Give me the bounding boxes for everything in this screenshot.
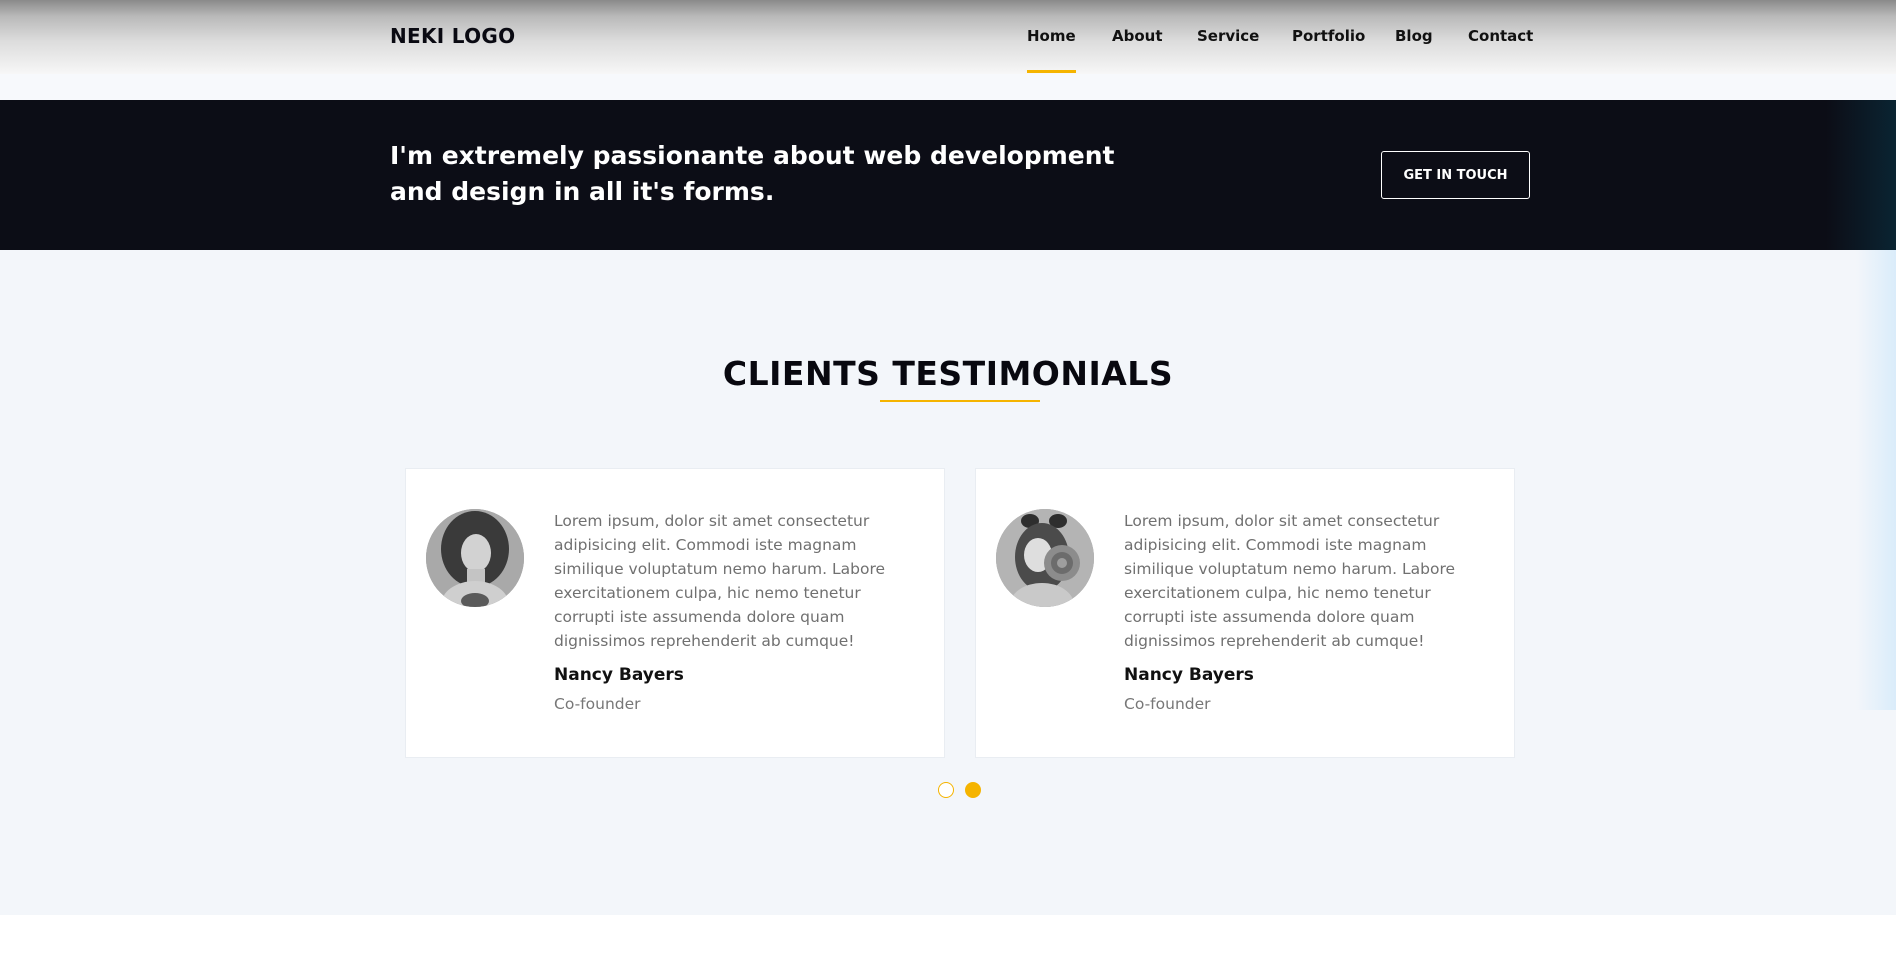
get-in-touch-button[interactable]: GET IN TOUCH [1381,151,1530,199]
testimonial-name: Nancy Bayers [1124,665,1254,685]
banner-headline: I'm extremely passionante about web deve… [390,141,1115,206]
cta-banner: I'm extremely passionante about web deve… [0,100,1896,250]
carousel-dot-1[interactable] [938,782,954,798]
main-nav: Home About Service Portfolio Blog Contac… [0,27,1896,75]
testimonial-card: Lorem ipsum, dolor sit amet consectetur … [405,468,945,758]
testimonials-section: CLIENTS TESTIMONIALS Lorem ipsum, dolor … [0,250,1896,915]
site-header: NEKI LOGO Home About Service Portfolio B… [0,0,1896,74]
testimonial-role: Co-founder [1124,695,1211,713]
banner-edge-glow [1826,100,1896,250]
section-edge-glow [1856,250,1896,710]
nav-item-about[interactable]: About [1112,27,1163,45]
avatar [996,509,1094,607]
carousel-dot-2[interactable] [965,782,981,798]
nav-item-blog[interactable]: Blog [1395,27,1433,45]
nav-item-home[interactable]: Home [1027,27,1076,73]
testimonial-name: Nancy Bayers [554,665,684,685]
nav-item-portfolio[interactable]: Portfolio [1292,27,1365,45]
testimonial-quote: Lorem ipsum, dolor sit amet consectetur … [554,512,886,650]
title-underline [880,400,1040,402]
testimonial-quote: Lorem ipsum, dolor sit amet consectetur … [1124,512,1456,650]
avatar [426,509,524,607]
testimonial-role: Co-founder [554,695,641,713]
portrait-image [426,509,524,607]
nav-item-service[interactable]: Service [1197,27,1259,45]
portrait-image [996,509,1094,607]
section-title: CLIENTS TESTIMONIALS [722,354,1174,393]
header-divider [0,74,1896,100]
nav-item-contact[interactable]: Contact [1468,27,1533,45]
testimonial-card: Lorem ipsum, dolor sit amet consectetur … [975,468,1515,758]
